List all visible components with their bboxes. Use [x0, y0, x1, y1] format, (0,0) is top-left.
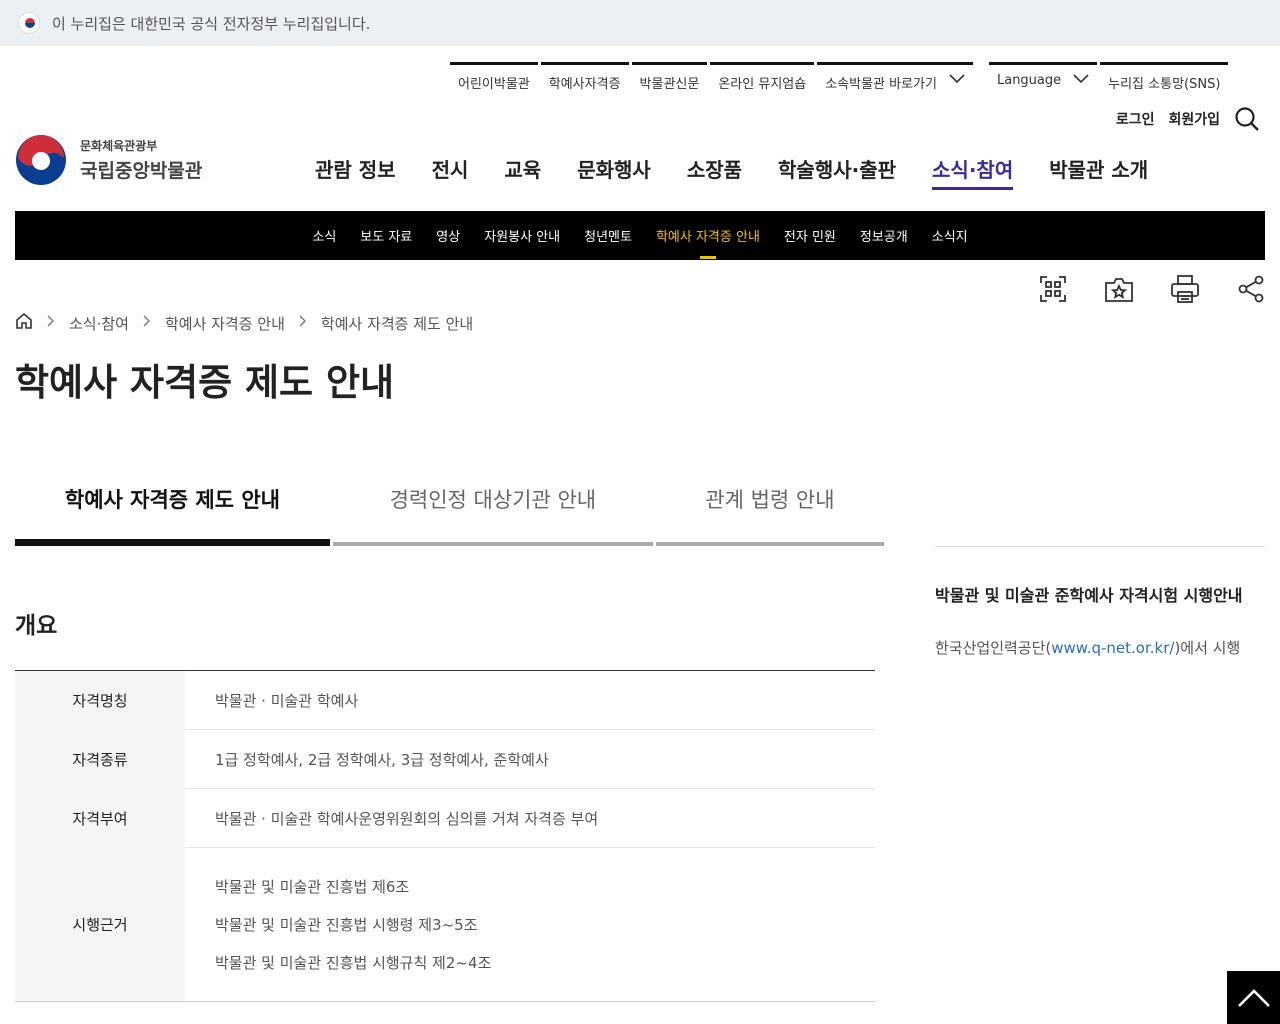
gnb-news-participation[interactable]: 소식·참여: [932, 154, 1014, 190]
korea-flag-icon: [18, 12, 40, 34]
law-item: 박물관 및 미술관 진흥법 시행령 제3~5조: [215, 915, 478, 934]
chevron-right-icon: [299, 315, 307, 331]
breadcrumb-item[interactable]: 학예사 자격증 안내: [165, 313, 285, 334]
login-link[interactable]: 로그인: [1116, 109, 1155, 129]
row-label: 자격종류: [15, 729, 185, 789]
util-link-curator-certificate[interactable]: 학예사자격증: [540, 62, 629, 98]
table-row: 자격명칭 박물관 · 미술관 학예사: [15, 670, 875, 730]
side-title: 박물관 및 미술관 준학예사 자격시험 시행안내: [935, 586, 1243, 605]
side-desc-prefix: 한국산업인력공단(: [935, 639, 1052, 657]
side-notice: 박물관 및 미술관 준학예사 자격시험 시행안내 한국산업인력공단(www.q-…: [935, 546, 1265, 658]
sub-nav-press[interactable]: 보도 자료: [360, 226, 412, 245]
tab-career-institutions[interactable]: 경력인정 대상기관 안내: [332, 480, 653, 546]
chevron-down-icon: [949, 73, 965, 88]
qnet-link[interactable]: www.q-net.or.kr/: [1051, 639, 1174, 657]
row-value: 1급 정학예사, 2급 정학예사, 3급 정학예사, 준학예사: [185, 729, 875, 789]
row-label: 자격명칭: [15, 670, 185, 730]
bookmark-star-icon[interactable]: [1104, 274, 1134, 304]
gnb-about[interactable]: 박물관 소개: [1049, 154, 1148, 190]
chevron-right-icon: [143, 315, 151, 331]
table-row: 자격부여 박물관 · 미술관 학예사운영위원회의 심의를 거쳐 자격증 부여: [15, 788, 875, 848]
gnb-cultural-events[interactable]: 문화행사: [577, 154, 651, 190]
gov-banner: 이 누리집은 대한민국 공식 전자정부 누리집입니다.: [0, 0, 1280, 46]
content-tabs: 학예사 자격증 제도 안내 경력인정 대상기관 안내 관계 법령 안내: [15, 480, 887, 546]
gnb-collection[interactable]: 소장품: [687, 154, 742, 190]
page-tools: [1002, 274, 1266, 304]
gnb-education[interactable]: 교육: [504, 154, 541, 190]
gnb-visit-info[interactable]: 관람 정보: [315, 154, 396, 190]
breadcrumb-current: 학예사 자격증 제도 안내: [320, 314, 474, 333]
auth-area: 로그인 회원가입: [1116, 106, 1260, 132]
chevron-right-icon: [47, 315, 55, 331]
utility-nav: 어린이박물관 학예사자격증 박물관신문 온라인 뮤지엄숍 소속박물관 바로가기 …: [450, 62, 1231, 98]
language-label: Language: [996, 73, 1062, 88]
row-label: 자격부여: [15, 788, 185, 848]
chevron-down-icon: [1073, 73, 1089, 88]
language-dropdown[interactable]: Language: [988, 62, 1098, 98]
arrow-up-icon: [1237, 988, 1270, 1007]
breadcrumb-item[interactable]: 소식·참여: [69, 313, 129, 334]
page-title: 학예사 자격증 제도 안내: [15, 361, 395, 404]
util-affiliated-museums-dropdown[interactable]: 소속박물관 바로가기: [817, 62, 973, 98]
section-title: 개요: [15, 613, 58, 639]
qr-code-icon[interactable]: [1038, 274, 1068, 304]
row-value-list: 박물관 및 미술관 진흥법 제6조 박물관 및 미술관 진흥법 시행령 제3~5…: [185, 847, 875, 1002]
tab-related-laws[interactable]: 관계 법령 안내: [655, 480, 884, 546]
share-icon[interactable]: [1236, 274, 1266, 304]
sub-nav-newsletter[interactable]: 소식지: [932, 226, 968, 245]
sub-nav-youth-mentor[interactable]: 청년멘토: [584, 226, 632, 245]
table-row: 시행근거 박물관 및 미술관 진흥법 제6조 박물관 및 미술관 진흥법 시행령…: [15, 847, 875, 1002]
law-item: 박물관 및 미술관 진흥법 제6조: [215, 877, 410, 896]
sub-nav-video[interactable]: 영상: [436, 226, 460, 245]
scroll-top-button[interactable]: [1227, 971, 1280, 1024]
logo-emblem-icon: [16, 135, 66, 185]
law-item: 박물관 및 미술관 진흥법 시행규칙 제2~4조: [215, 953, 492, 972]
util-affiliated-label: 소속박물관 바로가기: [825, 77, 937, 92]
gov-banner-text: 이 누리집은 대한민국 공식 전자정부 누리집입니다.: [52, 14, 371, 33]
table-row: 자격종류 1급 정학예사, 2급 정학예사, 3급 정학예사, 준학예사: [15, 729, 875, 789]
logo-ministry: 문화체육관광부: [80, 139, 158, 153]
gnb-exhibition[interactable]: 전시: [432, 154, 469, 190]
main-nav: 관람 정보 전시 교육 문화행사 소장품 학술행사·출판 소식·참여 박물관 소…: [315, 154, 1184, 190]
overview-table: 자격명칭 박물관 · 미술관 학예사 자격종류 1급 정학예사, 2급 정학예사…: [15, 670, 875, 1002]
util-link-online-shop[interactable]: 온라인 뮤지엄숍: [710, 62, 815, 98]
sub-nav-news[interactable]: 소식: [312, 226, 336, 245]
search-icon[interactable]: [1234, 106, 1260, 132]
sub-nav: 소식 보도 자료 영상 자원봉사 안내 청년멘토 학예사 자격증 안내 전자 민…: [15, 211, 1265, 260]
sub-nav-curator-certificate[interactable]: 학예사 자격증 안내: [656, 226, 760, 259]
util-link-museum-newspaper[interactable]: 박물관신문: [631, 62, 708, 98]
print-icon[interactable]: [1170, 274, 1200, 304]
side-desc-suffix: )에서 시행: [1174, 639, 1241, 657]
breadcrumb: 소식·참여 학예사 자격증 안내 학예사 자격증 제도 안내: [15, 312, 473, 334]
sub-nav-volunteer[interactable]: 자원봉사 안내: [484, 226, 560, 245]
signup-link[interactable]: 회원가입: [1168, 109, 1220, 129]
side-desc: 한국산업인력공단(www.q-net.or.kr/)에서 시행: [935, 637, 1265, 658]
site-logo[interactable]: 문화체육관광부 국립중앙박물관: [15, 134, 202, 186]
sns-link[interactable]: 누리집 소통망(SNS): [1100, 62, 1229, 98]
sub-nav-civil-petition[interactable]: 전자 민원: [784, 226, 836, 245]
row-label: 시행근거: [15, 847, 185, 1002]
gnb-academic-publication[interactable]: 학술행사·출판: [778, 154, 896, 190]
sub-nav-disclosure[interactable]: 정보공개: [860, 226, 908, 245]
home-icon[interactable]: [15, 312, 33, 334]
row-value: 박물관 · 미술관 학예사: [215, 691, 359, 710]
util-link-children-museum[interactable]: 어린이박물관: [450, 62, 538, 98]
logo-name: 국립중앙박물관: [80, 160, 203, 182]
tab-curator-system[interactable]: 학예사 자격증 제도 안내: [15, 480, 330, 546]
row-value: 박물관 · 미술관 학예사운영위원회의 심의를 거쳐 자격증 부여: [185, 788, 875, 848]
